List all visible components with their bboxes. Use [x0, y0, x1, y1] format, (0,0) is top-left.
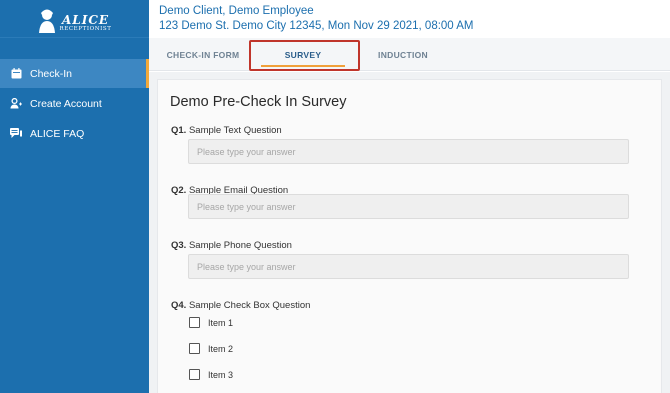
- survey-title: Demo Pre-Check In Survey: [170, 94, 347, 110]
- brand-name: ALICE: [61, 13, 110, 27]
- receptionist-logo-icon: [39, 9, 56, 33]
- header: Demo Client, Demo Employee 123 Demo St. …: [149, 0, 670, 38]
- question-3: Q3. Sample Phone Question: [171, 240, 292, 251]
- q4-option-item-2[interactable]: Item 2: [189, 343, 233, 354]
- q4-option-item-1[interactable]: Item 1: [189, 317, 233, 328]
- checkbox-label: Item 3: [208, 369, 234, 380]
- q3-phone-answer-input[interactable]: [188, 254, 629, 279]
- logo: ALICE RECEPTIONIST: [0, 0, 149, 38]
- tab-label: SURVEY: [284, 49, 322, 60]
- question-text: Sample Check Box Question: [188, 300, 311, 311]
- checkbox-label: Item 1: [208, 317, 234, 328]
- q1-text-answer-input[interactable]: [188, 139, 629, 164]
- sidebar-item-label: ALICE FAQ: [30, 127, 85, 140]
- chat-icon: [10, 128, 22, 140]
- q2-email-answer-input[interactable]: [188, 194, 629, 219]
- user-add-icon: [10, 98, 22, 110]
- question-number: Q3.: [171, 240, 187, 251]
- q4-option-item-3[interactable]: Item 3: [189, 369, 233, 380]
- question-number: Q2.: [171, 185, 187, 196]
- active-tab-indicator: [261, 65, 345, 67]
- question-text: Sample Text Question: [188, 125, 282, 136]
- tab-induction[interactable]: INDUCTION: [363, 38, 443, 71]
- sidebar: ALICE RECEPTIONIST Check-In Create Accou…: [0, 0, 149, 393]
- question-1: Q1. Sample Text Question: [171, 125, 282, 136]
- brand-tagline: RECEPTIONIST: [59, 26, 112, 32]
- survey-card: Demo Pre-Check In Survey Q1. Sample Text…: [157, 79, 662, 393]
- checkbox[interactable]: [189, 343, 200, 354]
- main-content: Demo Pre-Check In Survey Q1. Sample Text…: [149, 72, 670, 393]
- sidebar-item-alice-faq[interactable]: ALICE FAQ: [0, 119, 149, 148]
- question-4: Q4. Sample Check Box Question: [171, 300, 310, 311]
- tab-bar: CHECK-IN FORM SURVEY INDUCTION: [149, 38, 670, 71]
- sidebar-item-create-account[interactable]: Create Account: [0, 89, 149, 118]
- sidebar-item-check-in[interactable]: Check-In: [0, 59, 149, 88]
- question-number: Q1.: [171, 125, 187, 136]
- question-number: Q4.: [171, 300, 187, 311]
- tab-survey[interactable]: SURVEY: [253, 38, 353, 71]
- tab-label: INDUCTION: [378, 49, 428, 60]
- sidebar-nav: Check-In Create Account ALICE FAQ: [0, 59, 149, 148]
- checkbox[interactable]: [189, 317, 200, 328]
- calendar-icon: [10, 68, 22, 80]
- sidebar-item-label: Check-In: [30, 67, 73, 80]
- sidebar-item-label: Create Account: [30, 97, 102, 110]
- client-employee-line: Demo Client, Demo Employee: [159, 5, 314, 17]
- checkbox-label: Item 2: [208, 343, 234, 354]
- question-text: Sample Phone Question: [188, 240, 292, 251]
- checkbox[interactable]: [189, 369, 200, 380]
- address-datetime-line: 123 Demo St. Demo City 12345, Mon Nov 29…: [159, 20, 474, 32]
- tab-label: CHECK-IN FORM: [166, 49, 240, 60]
- tab-check-in-form[interactable]: CHECK-IN FORM: [157, 38, 249, 71]
